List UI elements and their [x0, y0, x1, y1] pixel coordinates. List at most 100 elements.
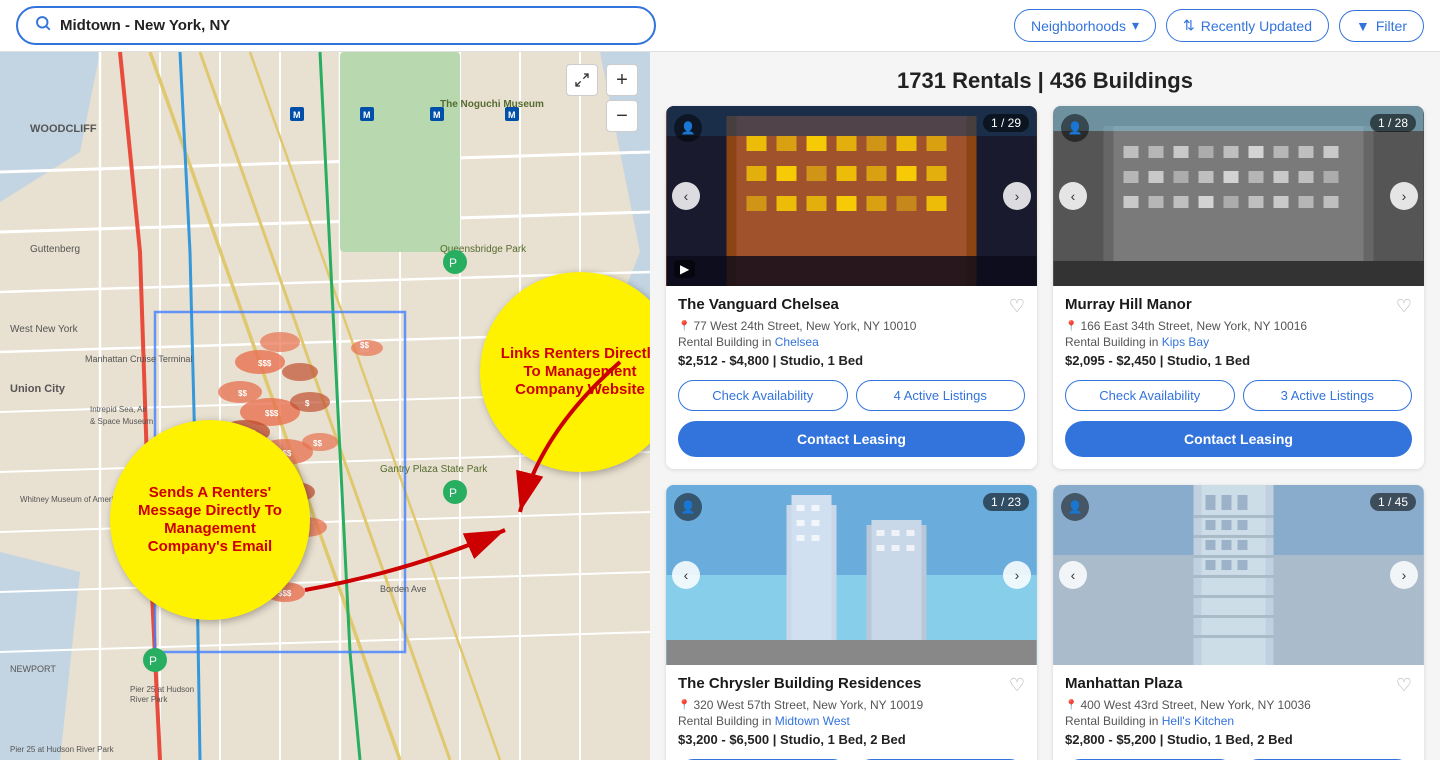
svg-text:$: $ — [305, 399, 310, 408]
listing-card: 👤 1 / 29 ‹ › ▶ The Vanguard Chelsea ♡ 📍 … — [666, 106, 1037, 469]
svg-text:West New York: West New York — [10, 324, 79, 335]
header-actions: Neighborhoods ▾ ⇅ Recently Updated ▼ Fil… — [1014, 9, 1424, 42]
card-title-row-1: The Vanguard Chelsea ♡ — [678, 296, 1025, 317]
card-next-4[interactable]: › — [1390, 561, 1418, 589]
card-photo-count-4: 1 / 45 — [1370, 493, 1416, 511]
card-title-1: The Vanguard Chelsea — [678, 296, 839, 313]
svg-text:P: P — [449, 486, 457, 500]
card-neighborhood-1: Rental Building in Chelsea — [678, 335, 1025, 349]
listing-card-2: 👤 1 / 28 ‹ › Murray Hill Manor ♡ 📍 166 E… — [1053, 106, 1424, 469]
card-next-1[interactable]: › — [1003, 182, 1031, 210]
card-actions-2: Check Availability 3 Active Listings — [1053, 380, 1424, 421]
card-next-2[interactable]: › — [1390, 182, 1418, 210]
pin-icon-2: 📍 — [1065, 321, 1077, 332]
svg-text:M: M — [433, 110, 441, 120]
card-next-3[interactable]: › — [1003, 561, 1031, 589]
card-neighborhood-link-4[interactable]: Hell's Kitchen — [1162, 714, 1234, 728]
building-image-2 — [1053, 106, 1424, 286]
pin-icon-1: 📍 — [678, 321, 690, 332]
pin-icon-4: 📍 — [1065, 700, 1077, 711]
svg-text:P: P — [149, 654, 157, 668]
neighborhoods-button[interactable]: Neighborhoods ▾ — [1014, 9, 1156, 42]
card-price-2: $2,095 - $2,450 | Studio, 1 Bed — [1065, 353, 1412, 368]
svg-text:M: M — [363, 110, 371, 120]
filter-label: Filter — [1376, 18, 1407, 34]
card-favorite-1[interactable]: ♡ — [1009, 296, 1025, 317]
svg-text:Borden Ave: Borden Ave — [380, 584, 426, 594]
filter-button[interactable]: ▼ Filter — [1339, 10, 1424, 42]
card-actions-1: Check Availability 4 Active Listings — [666, 380, 1037, 421]
card-neighborhood-4: Rental Building in Hell's Kitchen — [1065, 714, 1412, 728]
card-photo-count-2: 1 / 28 — [1370, 114, 1416, 132]
svg-text:M: M — [508, 110, 516, 120]
listing-card-3: 👤 1 / 23 ‹ › The Chrysler Building Resid… — [666, 485, 1037, 760]
card-price-3: $3,200 - $6,500 | Studio, 1 Bed, 2 Bed — [678, 732, 1025, 747]
active-listings-button-2[interactable]: 3 Active Listings — [1243, 380, 1413, 411]
card-title-4: Manhattan Plaza — [1065, 675, 1183, 692]
svg-text:$$: $$ — [313, 439, 322, 448]
card-prev-4[interactable]: ‹ — [1059, 561, 1087, 589]
check-availability-button-2[interactable]: Check Availability — [1065, 380, 1235, 411]
building-image-4 — [1053, 485, 1424, 665]
card-neighborhood-2: Rental Building in Kips Bay — [1065, 335, 1412, 349]
listings-summary: 1731 Rentals | 436 Buildings — [897, 68, 1193, 93]
card-favorite-4[interactable]: ♡ — [1396, 675, 1412, 696]
contact-leasing-button-1[interactable]: Contact Leasing — [678, 421, 1025, 457]
annotation-bottom-callout: Sends A Renters' Message Directly To Man… — [110, 420, 310, 620]
annotation-top-text: Links Renters Directly To Management Com… — [495, 345, 650, 399]
card-favorite-3[interactable]: ♡ — [1009, 675, 1025, 696]
card-body-1: The Vanguard Chelsea ♡ 📍 77 West 24th St… — [666, 286, 1037, 380]
card-title-2: Murray Hill Manor — [1065, 296, 1192, 313]
chevron-down-icon: ▾ — [1132, 17, 1139, 34]
card-address-1: 📍 77 West 24th Street, New York, NY 1001… — [678, 319, 1025, 333]
card-video-icon-1: ▶ — [674, 260, 695, 278]
card-neighborhood-link-1[interactable]: Chelsea — [775, 335, 819, 349]
card-price-1: $2,512 - $4,800 | Studio, 1 Bed — [678, 353, 1025, 368]
zoom-in-button[interactable]: + — [606, 64, 638, 96]
recently-updated-label: Recently Updated — [1201, 18, 1312, 34]
card-body-3: The Chrysler Building Residences ♡ 📍 320… — [666, 665, 1037, 759]
svg-text:WOODCLIFF: WOODCLIFF — [30, 123, 97, 135]
card-neighborhood-link-3[interactable]: Midtown West — [775, 714, 850, 728]
map-expand-button[interactable] — [566, 64, 598, 96]
card-photo-count-1: 1 / 29 — [983, 114, 1029, 132]
listings-grid: 👤 1 / 29 ‹ › ▶ The Vanguard Chelsea ♡ 📍 … — [666, 106, 1424, 760]
card-favorite-2[interactable]: ♡ — [1396, 296, 1412, 317]
active-listings-button-1[interactable]: 4 Active Listings — [856, 380, 1026, 411]
check-availability-button-1[interactable]: Check Availability — [678, 380, 848, 411]
card-prev-1[interactable]: ‹ — [672, 182, 700, 210]
card-image-3: 👤 1 / 23 ‹ › — [666, 485, 1037, 665]
svg-text:Pier 25 at Hudson: Pier 25 at Hudson — [130, 685, 194, 694]
contact-leasing-button-2[interactable]: Contact Leasing — [1065, 421, 1412, 457]
building-image-3 — [666, 485, 1037, 665]
svg-text:River Park: River Park — [130, 695, 168, 704]
card-address-4: 📍 400 West 43rd Street, New York, NY 100… — [1065, 698, 1412, 712]
card-price-4: $2,800 - $5,200 | Studio, 1 Bed, 2 Bed — [1065, 732, 1412, 747]
svg-text:$$$: $$$ — [265, 409, 279, 418]
card-title-row-2: Murray Hill Manor ♡ — [1065, 296, 1412, 317]
zoom-out-button[interactable]: − — [606, 100, 638, 132]
card-prev-3[interactable]: ‹ — [672, 561, 700, 589]
filter-icon: ▼ — [1356, 18, 1370, 34]
svg-text:$$: $$ — [360, 341, 369, 350]
svg-text:$$$: $$$ — [258, 359, 272, 368]
card-neighborhood-link-2[interactable]: Kips Bay — [1162, 335, 1209, 349]
search-input[interactable] — [60, 17, 638, 34]
svg-text:Pier 25 at Hudson River Park: Pier 25 at Hudson River Park — [10, 745, 115, 754]
card-badge-person-4: 👤 — [1061, 493, 1089, 521]
card-prev-2[interactable]: ‹ — [1059, 182, 1087, 210]
svg-text:The Noguchi Museum: The Noguchi Museum — [440, 99, 544, 110]
card-photo-count-3: 1 / 23 — [983, 493, 1029, 511]
svg-text:Intrepid Sea, Air: Intrepid Sea, Air — [90, 405, 147, 414]
search-box — [16, 6, 656, 45]
building-image-1 — [666, 106, 1037, 286]
recently-updated-button[interactable]: ⇅ Recently Updated — [1166, 9, 1329, 42]
listings-header: 1731 Rentals | 436 Buildings — [666, 52, 1424, 106]
card-title-row-4: Manhattan Plaza ♡ — [1065, 675, 1412, 696]
svg-text:& Space Museum: & Space Museum — [90, 417, 153, 426]
card-body-2: Murray Hill Manor ♡ 📍 166 East 34th Stre… — [1053, 286, 1424, 380]
card-body-4: Manhattan Plaza ♡ 📍 400 West 43rd Street… — [1053, 665, 1424, 759]
listings-panel: 1731 Rentals | 436 Buildings — [650, 52, 1440, 760]
neighborhoods-label: Neighborhoods — [1031, 18, 1126, 34]
pin-icon-3: 📍 — [678, 700, 690, 711]
